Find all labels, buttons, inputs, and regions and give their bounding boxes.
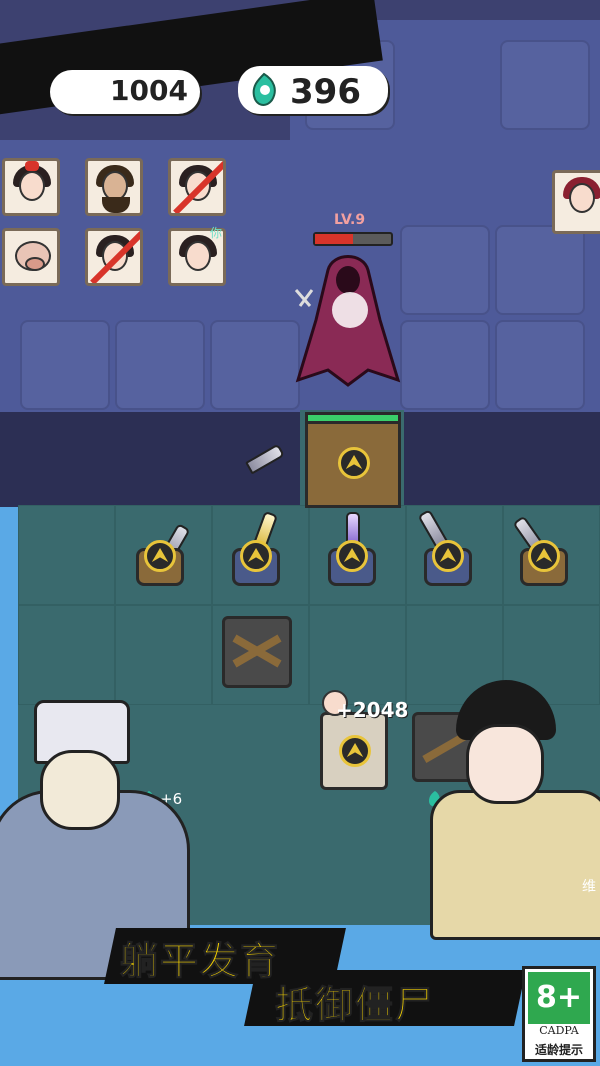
- gem-count: 396: [290, 72, 361, 112]
- lady-face: [466, 724, 544, 804]
- age-rating-value: 8+: [528, 972, 590, 1024]
- teal-gem-icon: [252, 72, 276, 106]
- upgrade-arrow-icon[interactable]: ⮝: [338, 447, 370, 479]
- enemy-level-label: LV.9: [334, 212, 366, 228]
- opponent-portrait-edge[interactable]: [552, 170, 600, 234]
- floor-cell: [18, 505, 115, 605]
- age-rating-badge: 8+ CADPA 适龄提示: [522, 966, 596, 1062]
- lady-character-robe: [430, 790, 600, 940]
- weapon-tower-3[interactable]: ⮝: [324, 512, 380, 586]
- weapon-tower-5[interactable]: ⮝: [512, 515, 572, 586]
- floor-tile: [20, 320, 110, 410]
- floor-cell: [18, 605, 115, 705]
- slogan-line-2: 抵御僵尸: [274, 983, 436, 1028]
- player-portrait-5[interactable]: [85, 228, 143, 286]
- slogan-line-1: 躺平发育: [119, 939, 281, 984]
- upgrade-arrow-icon[interactable]: ⮝: [339, 735, 371, 767]
- floor-tile: [500, 40, 590, 130]
- gate-hp-bar: [305, 412, 401, 424]
- upgrade-arrow-icon[interactable]: ⮝: [336, 540, 368, 572]
- player-bed[interactable]: ⮝: [320, 712, 388, 790]
- player-portrait-2[interactable]: [85, 158, 143, 216]
- upgrade-arrow-icon[interactable]: ⮝: [528, 540, 560, 572]
- floor-cell: [309, 605, 406, 705]
- game-screen: 1004 396 你 LV.9 ⮝ ⮝ ⮝ ⮝ ⮝ ⮝ ⮝ +2048 +6 维…: [0, 0, 600, 1066]
- wooden-gate[interactable]: ⮝: [305, 412, 401, 508]
- left-counter-value: 1004: [110, 74, 188, 107]
- enemy-hp-bar: [313, 232, 393, 246]
- player-portrait-3[interactable]: [168, 158, 226, 216]
- self-marker-label: 你: [210, 226, 223, 240]
- coin-bonus-label: +2048: [336, 698, 409, 722]
- upgrade-arrow-icon[interactable]: ⮝: [240, 540, 272, 572]
- side-character-label: 维: [582, 879, 596, 895]
- floor-tile: [495, 320, 585, 410]
- floor-tile: [115, 320, 205, 410]
- floor-tile: [495, 225, 585, 315]
- player-portrait-1[interactable]: [2, 158, 60, 216]
- floor-cell: [115, 605, 212, 705]
- upgrade-arrow-icon[interactable]: ⮝: [144, 540, 176, 572]
- upgrade-arrow-icon[interactable]: ⮝: [432, 540, 464, 572]
- weapon-tower-4[interactable]: ⮝: [417, 509, 476, 586]
- red-hooded-ghost-enemy[interactable]: [288, 250, 408, 390]
- age-rating-org: CADPA: [539, 1024, 579, 1037]
- floor-tile: [400, 225, 490, 315]
- left-counter-pill: 1004: [50, 70, 200, 114]
- floor-tile: [210, 320, 300, 410]
- weapon-tower-2[interactable]: ⮝: [228, 510, 284, 586]
- eunuch-face: [40, 750, 120, 830]
- enemy-hp-fill: [315, 234, 353, 244]
- weapon-tower-1[interactable]: ⮝: [132, 523, 191, 586]
- player-portrait-4[interactable]: [2, 228, 60, 286]
- floor-tile: [400, 320, 490, 410]
- crossbow-crate[interactable]: [222, 616, 292, 688]
- age-rating-tip: 适龄提示: [534, 1043, 583, 1057]
